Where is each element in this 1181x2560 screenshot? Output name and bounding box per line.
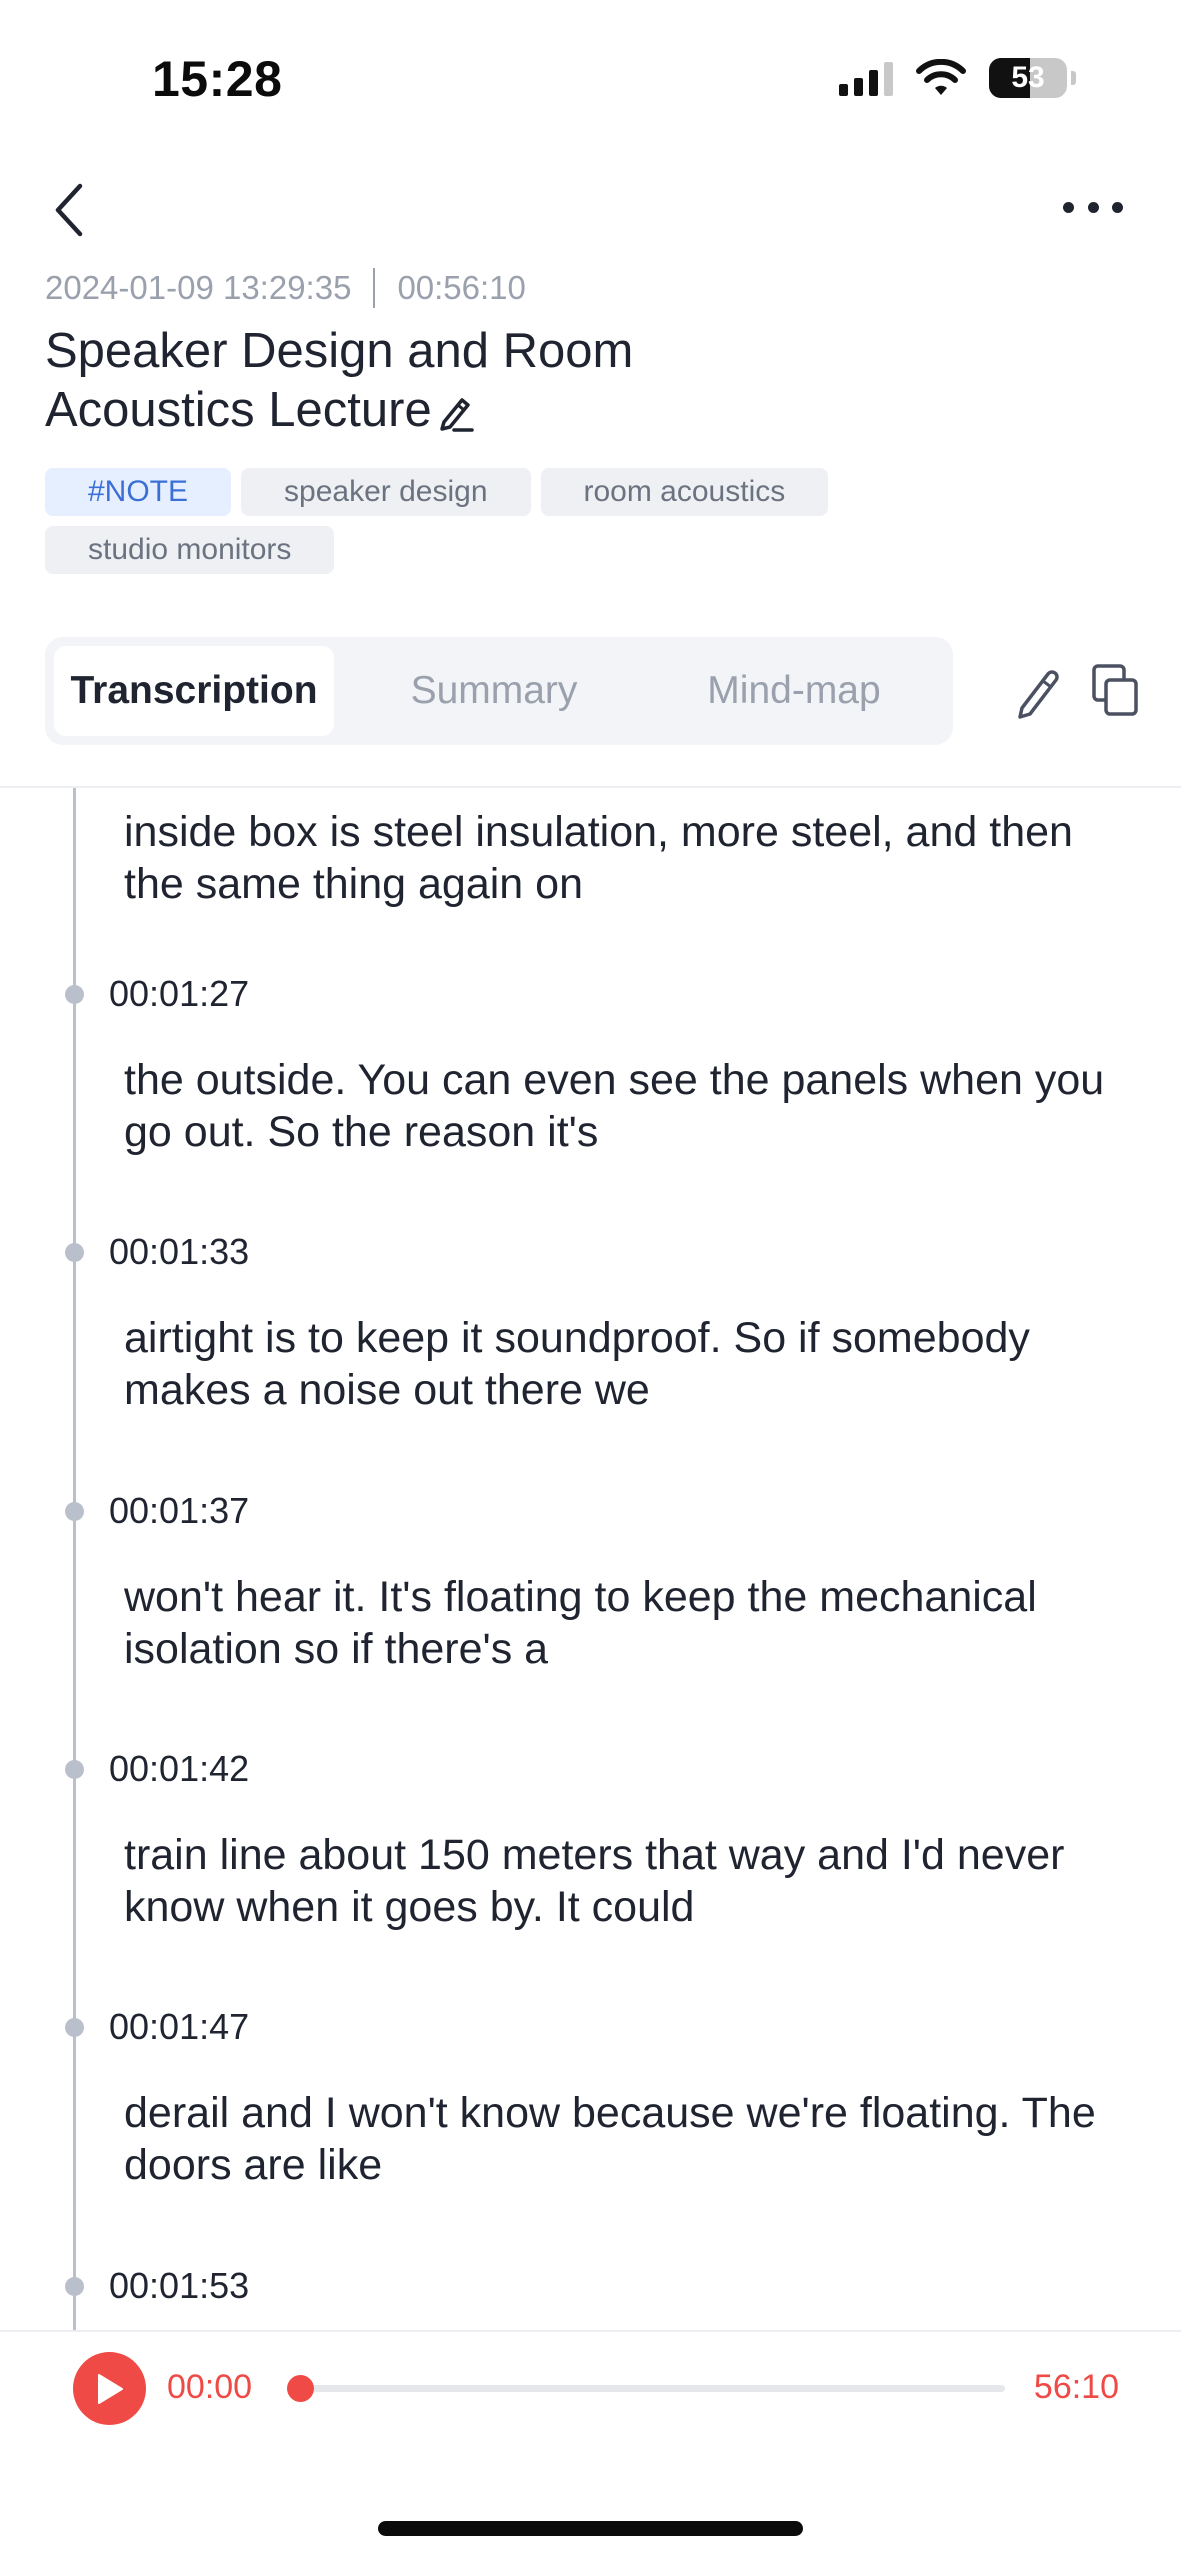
battery-tip bbox=[1071, 71, 1076, 85]
status-time: 15:28 bbox=[152, 51, 283, 107]
timeline-dot bbox=[65, 2277, 84, 2296]
battery-percent: 53 bbox=[1011, 61, 1045, 94]
recording-date: 2024-01-09 13:29:35 bbox=[45, 269, 352, 306]
total-time: 56:10 bbox=[1033, 2368, 1119, 2406]
play-button[interactable] bbox=[73, 2352, 146, 2425]
current-time: 00:00 bbox=[167, 2368, 253, 2406]
segment-timestamp[interactable]: 00:01:47 bbox=[109, 2006, 249, 2048]
tag-note[interactable]: #NOTE bbox=[45, 468, 232, 516]
tab-transcription[interactable]: Transcription bbox=[54, 646, 334, 736]
segment-text: train line about 150 meters that way and… bbox=[124, 1831, 1065, 1931]
recording-title: Speaker Design and Room Acoustics Lectur… bbox=[45, 322, 765, 446]
recording-duration: 00:56:10 bbox=[397, 269, 526, 306]
view-tabs: Transcription Summary Mind-map bbox=[45, 637, 953, 745]
more-dot bbox=[1063, 201, 1074, 213]
timeline-dot bbox=[65, 1760, 84, 1779]
pencil-icon bbox=[440, 398, 474, 432]
tab-summary[interactable]: Summary bbox=[334, 646, 654, 736]
cellular-signal-icon bbox=[839, 60, 893, 96]
meta-divider bbox=[373, 268, 376, 308]
back-button[interactable] bbox=[52, 180, 102, 240]
tag-list: #NOTE speaker design room acoustics stud… bbox=[45, 468, 945, 574]
battery-icon: 53 bbox=[989, 58, 1067, 98]
segment-text: airtight is to keep it soundproof. So if… bbox=[124, 1314, 1030, 1414]
player-separator bbox=[0, 2330, 1181, 2332]
timeline-line bbox=[73, 788, 76, 2330]
timeline-dot bbox=[65, 985, 84, 1004]
edit-title-button[interactable] bbox=[436, 387, 474, 446]
home-indicator bbox=[378, 2521, 803, 2536]
more-dot bbox=[1087, 201, 1099, 213]
transcript-list[interactable]: inside box is steel insulation, more ste… bbox=[0, 788, 1181, 2330]
segment-timestamp[interactable]: 00:01:42 bbox=[109, 1748, 249, 1790]
recording-meta: 2024-01-09 13:29:35 00:56:10 bbox=[45, 268, 526, 308]
tag-speaker-design[interactable]: speaker design bbox=[241, 468, 531, 516]
copy-icon bbox=[1092, 664, 1138, 716]
wifi-icon bbox=[916, 59, 966, 95]
segment-timestamp[interactable]: 00:01:27 bbox=[109, 973, 249, 1015]
timeline-dot bbox=[65, 1502, 84, 1521]
recording-detail-screen: 15:28 53 2024-01-09 13:29:35 00:56:10 Sp… bbox=[0, 0, 1181, 2560]
timeline-dot bbox=[65, 2018, 84, 2037]
more-options-button[interactable] bbox=[1063, 195, 1123, 219]
status-icons: 53 bbox=[839, 58, 1076, 98]
segment-text: derail and I won't know because we're fl… bbox=[124, 2089, 1096, 2189]
timeline-dot bbox=[65, 1243, 84, 1262]
chevron-left-icon bbox=[55, 183, 83, 237]
edit-transcript-button[interactable] bbox=[1010, 660, 1064, 725]
progress-knob[interactable] bbox=[287, 2375, 314, 2402]
segment-timestamp[interactable]: 00:01:53 bbox=[109, 2265, 249, 2307]
pencil-icon bbox=[1018, 670, 1059, 719]
segment-text: the outside. You can even see the panels… bbox=[124, 1056, 1105, 1156]
segment-text: won't hear it. It's floating to keep the… bbox=[124, 1573, 1037, 1673]
play-icon bbox=[97, 2373, 123, 2404]
tag-studio-monitors[interactable]: studio monitors bbox=[45, 526, 335, 574]
recording-title-text: Speaker Design and Room Acoustics Lectur… bbox=[45, 324, 634, 437]
segment-timestamp[interactable]: 00:01:33 bbox=[109, 1231, 249, 1273]
playback-progress-slider[interactable] bbox=[287, 2375, 1005, 2402]
more-dot bbox=[1112, 201, 1123, 213]
copy-transcript-button[interactable] bbox=[1090, 660, 1142, 725]
tab-mind-map[interactable]: Mind-map bbox=[654, 646, 934, 736]
segment-timestamp[interactable]: 00:01:37 bbox=[109, 1490, 249, 1532]
tag-room-acoustics[interactable]: room acoustics bbox=[540, 468, 829, 516]
segment-text: inside box is steel insulation, more ste… bbox=[124, 808, 1073, 908]
